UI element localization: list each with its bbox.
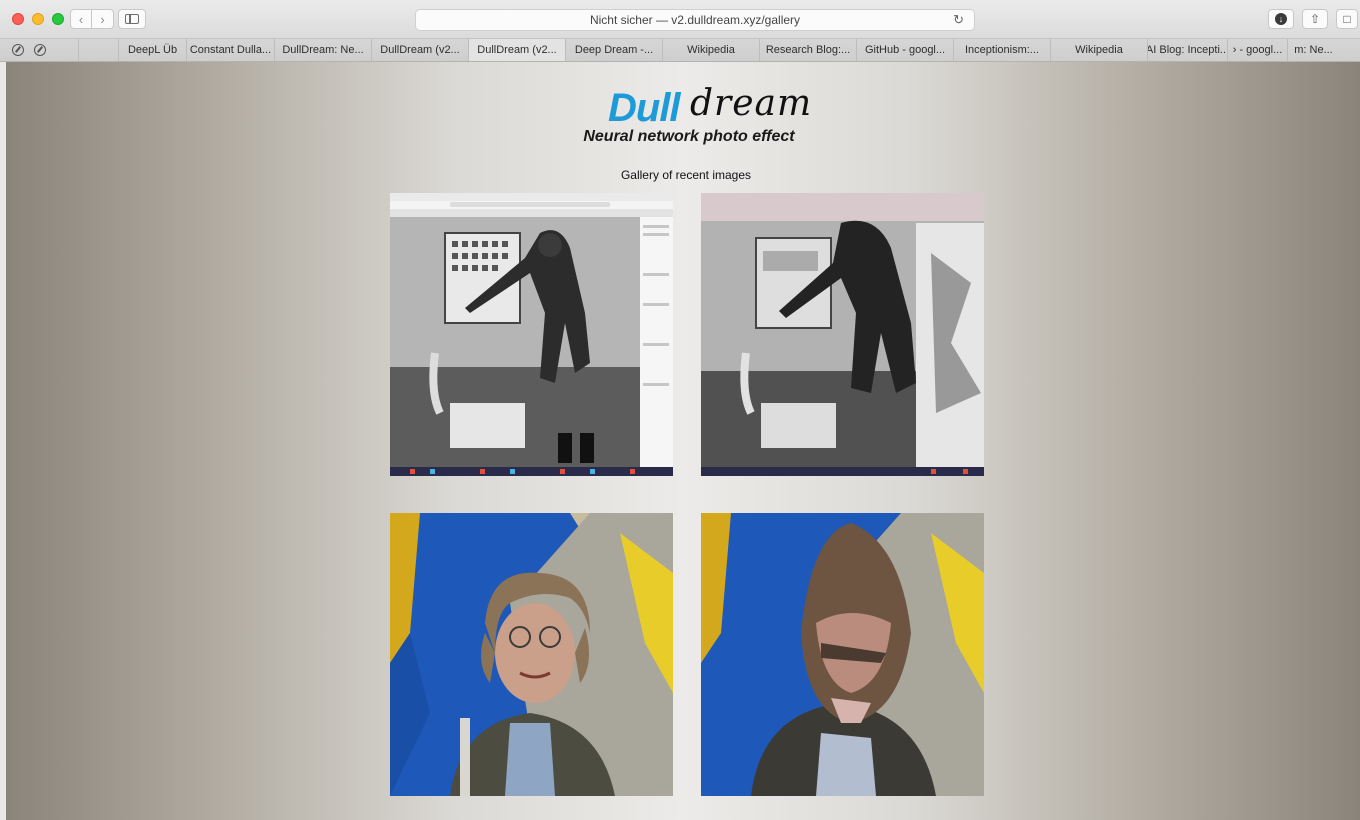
tab-item[interactable]: Wikipedia <box>662 39 759 61</box>
chevron-left-icon: ‹ <box>78 11 84 27</box>
compass-icon[interactable] <box>12 44 24 56</box>
photo-man-gallery <box>390 193 673 476</box>
tab-item[interactable]: Inceptionism:... <box>953 39 1050 61</box>
downloads-button[interactable]: ↓ <box>1268 9 1294 29</box>
tabs-icon: □ <box>1343 12 1351 26</box>
history-nav: ‹ › <box>70 9 114 29</box>
tab-item[interactable]: Constant Dulla... <box>186 39 274 61</box>
photo-man-gallery-dulled <box>701 193 984 476</box>
tab-item[interactable]: AI Blog: Incepti... <box>1147 39 1227 61</box>
tab-item[interactable]: Deep Dream -... <box>565 39 662 61</box>
tab-item[interactable]: GitHub - googl... <box>856 39 953 61</box>
photo-portrait <box>390 513 673 796</box>
chevron-right-icon: › <box>100 11 105 27</box>
sidebar-toggle-button[interactable] <box>118 9 146 29</box>
sidebar-icon <box>125 14 139 24</box>
share-button[interactable]: ⇧ <box>1302 9 1328 29</box>
tab-item[interactable]: DeepL Üb <box>118 39 186 61</box>
logo-dull-text: Dull <box>608 86 681 130</box>
close-window-button[interactable] <box>12 13 24 25</box>
reload-icon[interactable]: ↻ <box>953 12 964 28</box>
back-button[interactable]: ‹ <box>70 9 92 29</box>
zoom-window-button[interactable] <box>52 13 64 25</box>
gallery-image-dulled[interactable] <box>701 513 984 796</box>
gallery-heading: Gallery of recent images <box>620 168 752 182</box>
site-logo[interactable]: Dull dream <box>590 84 811 130</box>
site-tagline: Neural network photo effect <box>583 128 795 145</box>
minimize-window-button[interactable] <box>32 13 44 25</box>
page-content: Dull dream Neural network photo effect G… <box>6 62 1360 820</box>
address-bar[interactable]: Nicht sicher — v2.dulldream.xyz/gallery … <box>415 9 975 31</box>
gallery-image-original[interactable] <box>390 193 673 476</box>
logo-dream-text: dream <box>690 83 813 124</box>
compass-icon[interactable] <box>34 44 46 56</box>
tab-item-active[interactable]: DullDream (v2... <box>468 39 565 61</box>
tab-item[interactable]: › - googl... <box>1227 39 1287 61</box>
tab-item[interactable]: Wikipedia <box>1050 39 1147 61</box>
forward-button[interactable]: › <box>92 9 114 29</box>
tab-bar: DeepL Üb Constant Dulla... DullDream: Ne… <box>0 39 1360 62</box>
tab-item[interactable]: Research Blog:... <box>759 39 856 61</box>
gallery-image-dulled[interactable] <box>701 193 984 476</box>
browser-titlebar: ‹ › Nicht sicher — v2.dulldream.xyz/gall… <box>0 0 1360 39</box>
photo-portrait-dulled <box>701 513 984 796</box>
tab-item[interactable]: m: Ne... <box>1287 39 1339 61</box>
download-icon: ↓ <box>1275 13 1287 25</box>
new-tab-button[interactable]: □ <box>1336 9 1358 29</box>
share-icon: ⇧ <box>1309 12 1321 26</box>
url-text: Nicht sicher — v2.dulldream.xyz/gallery <box>589 13 801 27</box>
tab-bar-icons <box>0 39 78 61</box>
window-controls <box>12 13 64 25</box>
gallery-image-original[interactable] <box>390 513 673 796</box>
tab-item[interactable]: DullDream (v2... <box>371 39 468 61</box>
tab-blank[interactable] <box>78 39 118 61</box>
tab-item[interactable]: DullDream: Ne... <box>274 39 371 61</box>
